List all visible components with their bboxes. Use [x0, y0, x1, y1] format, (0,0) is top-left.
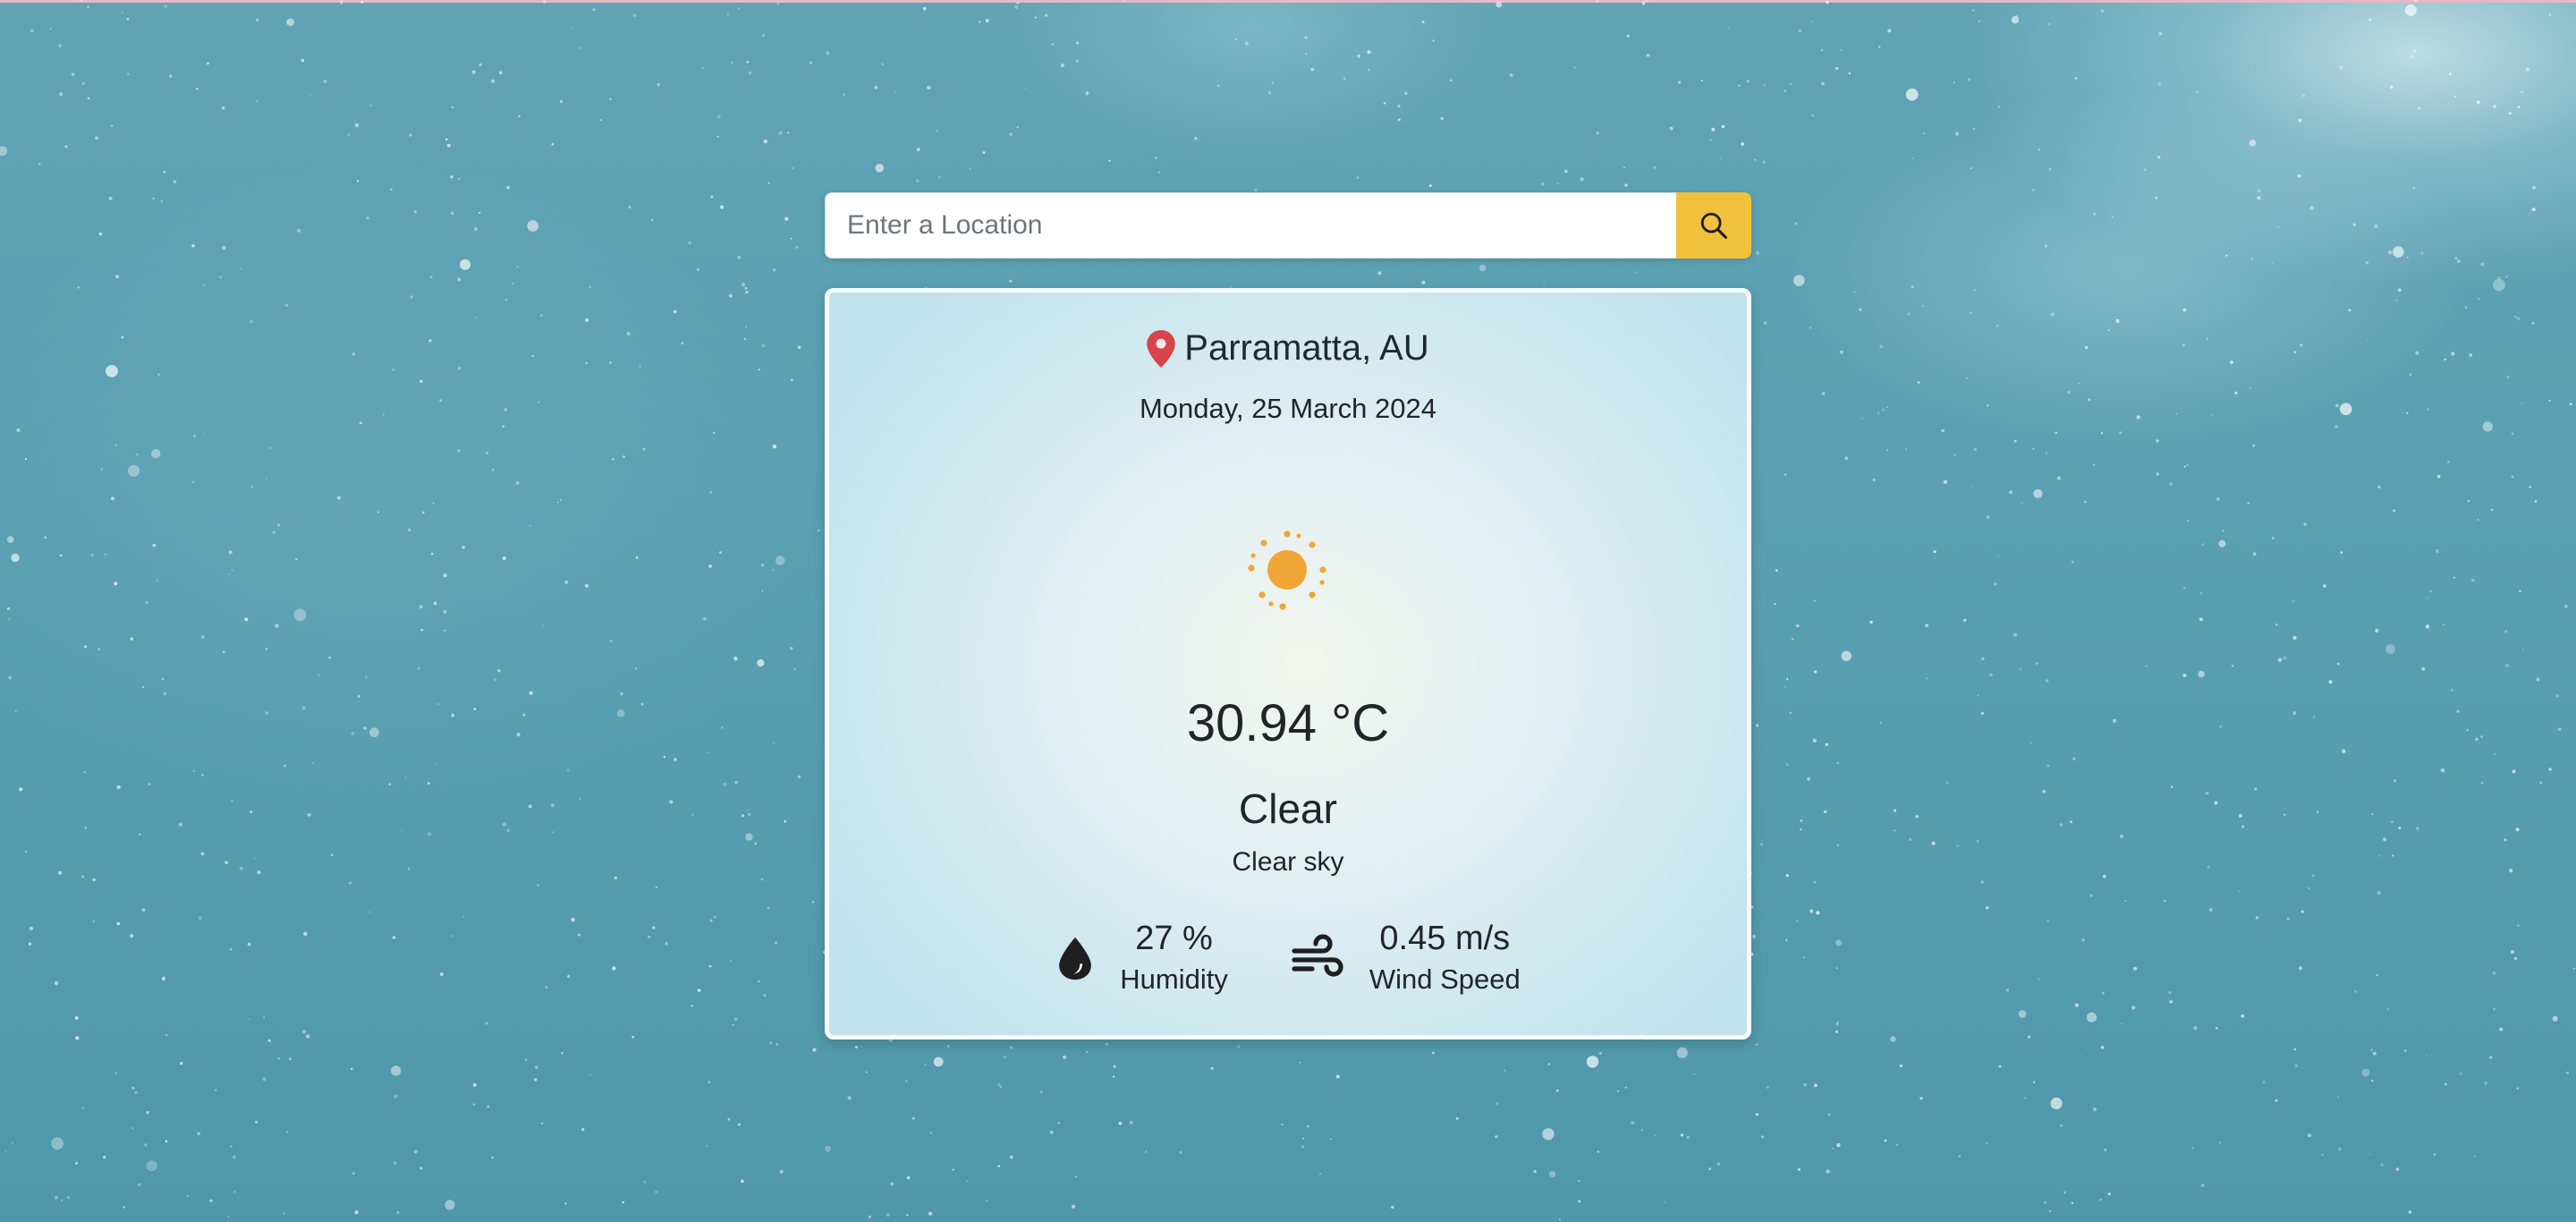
top-border: [0, 0, 2576, 3]
condition-text: Clear: [1239, 785, 1337, 832]
humidity-label: Humidity: [1120, 963, 1228, 995]
wind-speed-label: Wind Speed: [1368, 963, 1521, 995]
map-pin-icon: [1147, 329, 1176, 368]
wind-icon: [1292, 934, 1343, 978]
humidity-stat: 27 % Humidity: [1055, 919, 1228, 998]
search-icon: [1700, 212, 1728, 240]
location-name: Parramatta, AU: [1184, 328, 1429, 368]
wind-speed-value: 0.45 m/s: [1379, 920, 1511, 957]
search-bar: [825, 192, 1751, 259]
date-text: Monday, 25 March 2024: [1139, 393, 1436, 424]
condition-description: Clear sky: [1232, 847, 1344, 877]
weather-stats: 27 % Humidity 0.45 m/s Wind Speed: [829, 919, 1747, 998]
sun-icon: [1248, 530, 1326, 610]
humidity-value: 27 %: [1135, 920, 1213, 957]
droplet-icon: [1059, 938, 1092, 980]
location-header: Parramatta, AU: [829, 328, 1747, 369]
wind-stat: 0.45 m/s Wind Speed: [1291, 919, 1521, 998]
search-button[interactable]: [1676, 192, 1751, 259]
location-search-input[interactable]: [825, 192, 1676, 259]
temperature-value: 30.94 °C: [1186, 694, 1390, 752]
weather-card: Parramatta, AU Monday, 25 March 2024 30.…: [825, 288, 1751, 1040]
